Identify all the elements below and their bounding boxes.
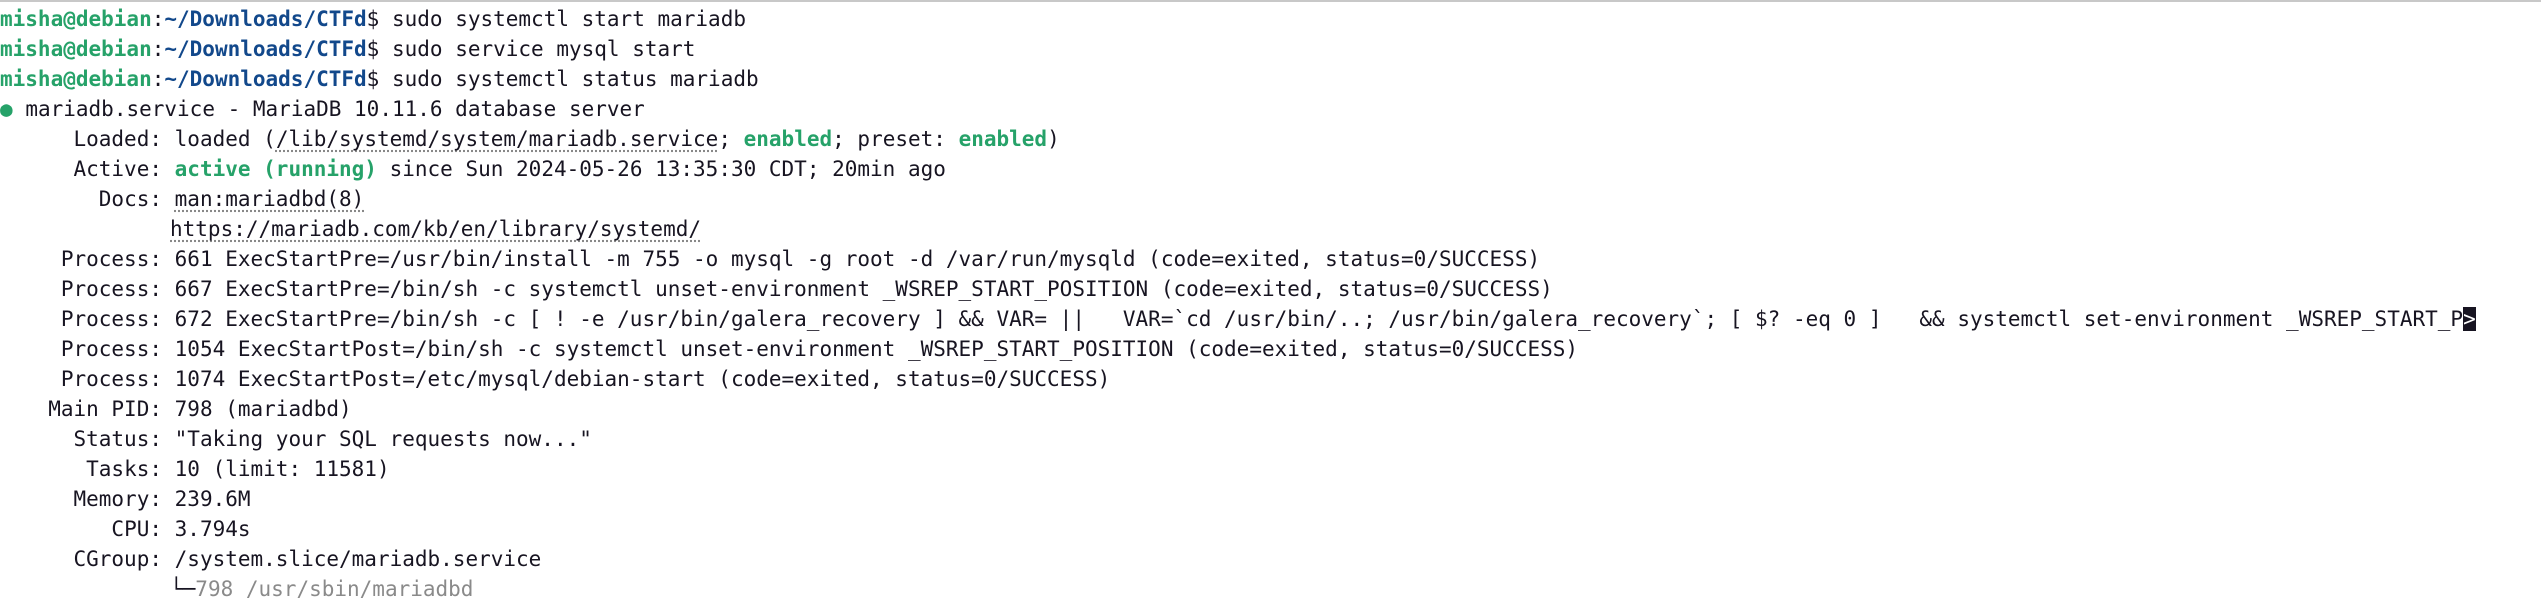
cpu-line: CPU: 3.794s — [0, 514, 2541, 544]
loaded-label: Loaded: — [73, 127, 162, 151]
cgroup-label: CGroup: — [73, 547, 162, 571]
prompt-user: misha@debian — [0, 7, 152, 31]
enabled-state: enabled — [743, 127, 833, 151]
active-line: Active: active (running) since Sun 2024-… — [0, 154, 2541, 184]
process-label: Process: — [60, 337, 162, 361]
process-text: 667 ExecStartPre=/bin/sh -c systemctl un… — [174, 277, 1553, 301]
prompt-dollar: $ — [366, 37, 380, 61]
process-label: Process: — [60, 367, 162, 391]
cgroup-child-line: └─798 /usr/sbin/mariadbd — [0, 574, 2541, 604]
prompt-user: misha@debian — [0, 67, 152, 91]
prompt-dollar: $ — [366, 7, 380, 31]
prompt-dollar: $ — [366, 67, 380, 91]
cgroup-child-process: 798 /usr/sbin/mariadbd — [195, 577, 474, 601]
command-text: sudo service mysql start — [391, 37, 696, 61]
process-label: Process: — [60, 247, 162, 271]
docs-url-link[interactable]: https://mariadb.com/kb/en/library/system… — [170, 217, 701, 241]
unit-description: mariadb.service - MariaDB 10.11.6 databa… — [25, 97, 645, 121]
prompt-sep: : — [151, 67, 165, 91]
docs-line: Docs: man:mariadbd(8) — [0, 184, 2541, 214]
process-line: Process: 672 ExecStartPre=/bin/sh -c [ !… — [0, 304, 2541, 334]
main-pid-line: Main PID: 798 (mariadbd) — [0, 394, 2541, 424]
unit-line: ● mariadb.service - MariaDB 10.11.6 data… — [0, 94, 2541, 124]
process-text: 1074 ExecStartPost=/etc/mysql/debian-sta… — [174, 367, 1111, 391]
process-text: 1054 ExecStartPost=/bin/sh -c systemctl … — [174, 337, 1579, 361]
loaded-mid: ; — [718, 127, 744, 151]
status-dot-icon: ● — [0, 97, 13, 121]
prompt-sep: : — [151, 37, 165, 61]
command-text: sudo systemctl start mariadb — [391, 7, 746, 31]
loaded-post: ) — [1047, 127, 1060, 151]
cgroup-value: /system.slice/mariadb.service — [174, 547, 542, 571]
memory-line: Memory: 239.6M — [0, 484, 2541, 514]
cpu-label: CPU: — [111, 517, 162, 541]
status-label: Status: — [73, 427, 162, 451]
process-label: Process: — [60, 277, 162, 301]
tasks-line: Tasks: 10 (limit: 11581) — [0, 454, 2541, 484]
cpu-value: 3.794s — [174, 517, 251, 541]
line-overflow-cursor: > — [2463, 307, 2476, 331]
tree-branch-icon: └─ — [170, 577, 196, 601]
cgroup-line: CGroup: /system.slice/mariadb.service — [0, 544, 2541, 574]
memory-value: 239.6M — [174, 487, 251, 511]
prompt-path: ~/Downloads/CTFd — [164, 37, 367, 61]
loaded-mid2: ; preset: — [832, 127, 959, 151]
process-line: Process: 1054 ExecStartPost=/bin/sh -c s… — [0, 334, 2541, 364]
docs-man-link[interactable]: man:mariadbd(8) — [175, 187, 365, 211]
memory-label: Memory: — [73, 487, 162, 511]
active-label: Active: — [73, 157, 162, 181]
main-pid-value: 798 (mariadbd) — [174, 397, 352, 421]
active-state: active (running) — [174, 157, 377, 181]
unit-file-link[interactable]: /lib/systemd/system/mariadb.service — [276, 127, 719, 151]
process-text: 672 ExecStartPre=/bin/sh -c [ ! -e /usr/… — [174, 307, 2464, 331]
preset-state: enabled — [958, 127, 1048, 151]
prompt-path: ~/Downloads/CTFd — [164, 7, 367, 31]
tasks-label: Tasks: — [86, 457, 162, 481]
process-line: Process: 661 ExecStartPre=/usr/bin/insta… — [0, 244, 2541, 274]
prompt-sep: : — [151, 7, 165, 31]
process-line: Process: 1074 ExecStartPost=/etc/mysql/d… — [0, 364, 2541, 394]
loaded-pre: loaded ( — [174, 127, 276, 151]
docs-line: https://mariadb.com/kb/en/library/system… — [0, 214, 2541, 244]
status-value: "Taking your SQL requests now..." — [174, 427, 592, 451]
main-pid-label: Main PID: — [48, 397, 162, 421]
process-label: Process: — [60, 307, 162, 331]
process-line: Process: 667 ExecStartPre=/bin/sh -c sys… — [0, 274, 2541, 304]
command-text: sudo systemctl status mariadb — [391, 67, 759, 91]
loaded-line: Loaded: loaded (/lib/systemd/system/mari… — [0, 124, 2541, 154]
prompt-path: ~/Downloads/CTFd — [164, 67, 367, 91]
active-since: since Sun 2024-05-26 13:35:30 CDT; 20min… — [376, 157, 946, 181]
tasks-value: 10 (limit: 11581) — [174, 457, 390, 481]
docs-label: Docs: — [98, 187, 162, 211]
command-line: misha@debian:~/Downloads/CTFd$ sudo syst… — [0, 4, 2541, 34]
command-line: misha@debian:~/Downloads/CTFd$ sudo syst… — [0, 64, 2541, 94]
prompt-user: misha@debian — [0, 37, 152, 61]
command-line: misha@debian:~/Downloads/CTFd$ sudo serv… — [0, 34, 2541, 64]
terminal-output[interactable]: misha@debian:~/Downloads/CTFd$ sudo syst… — [0, 2, 2541, 604]
status-line: Status: "Taking your SQL requests now...… — [0, 424, 2541, 454]
process-text: 661 ExecStartPre=/usr/bin/install -m 755… — [174, 247, 1541, 271]
